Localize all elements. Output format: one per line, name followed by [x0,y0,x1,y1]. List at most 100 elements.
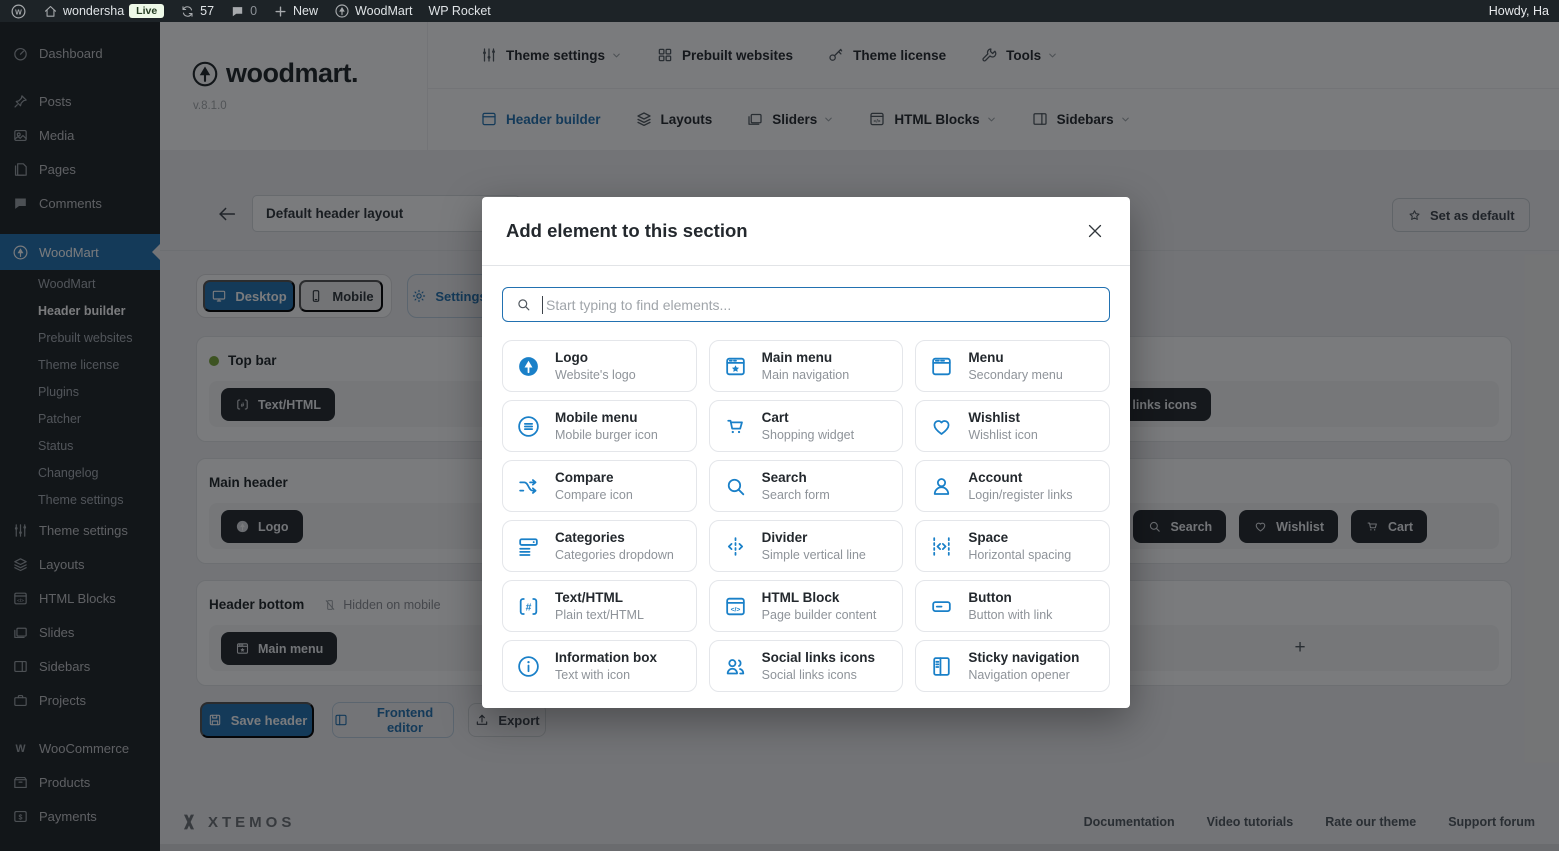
element-card-icon: </> [723,594,748,619]
element-card-icon [723,474,748,499]
element-card[interactable]: Mobile menu Mobile burger icon [502,400,697,452]
element-card-icon [929,594,954,619]
wordpress-logo-icon[interactable]: W [10,3,27,20]
element-card-text: Logo Website's logo [555,349,636,383]
element-card-text: HTML Block Page builder content [762,589,877,623]
close-icon[interactable] [1084,220,1106,242]
element-card-title: Wishlist [968,409,1037,427]
element-card-text: Button Button with link [968,589,1052,623]
element-card-title: Search [762,469,830,487]
element-card-text: Information box Text with icon [555,649,657,683]
element-card-text: Account Login/register links [968,469,1072,503]
element-card[interactable]: Menu Secondary menu [915,340,1110,392]
element-card-icon: # [516,594,541,619]
element-card-subtitle: Plain text/HTML [555,607,644,623]
element-card-text: Compare Compare icon [555,469,633,503]
element-card-text: Sticky navigation Navigation opener [968,649,1079,683]
new-label: New [293,4,318,18]
element-card[interactable]: Social links icons Social links icons [709,640,904,692]
element-card-text: Social links icons Social links icons [762,649,875,683]
element-card[interactable]: Compare Compare icon [502,460,697,512]
element-card-subtitle: Text with icon [555,667,657,683]
updates-icon [180,4,195,19]
element-card-title: Menu [968,349,1063,367]
element-card-text: Mobile menu Mobile burger icon [555,409,658,443]
element-card[interactable]: Main menu Main navigation [709,340,904,392]
element-card[interactable]: Categories Categories dropdown [502,520,697,572]
element-card-text: Text/HTML Plain text/HTML [555,589,644,623]
element-card-text: Main menu Main navigation [762,349,850,383]
element-card[interactable]: Cart Shopping widget [709,400,904,452]
element-card-subtitle: Secondary menu [968,367,1063,383]
element-card-icon [929,414,954,439]
element-card-text: Search Search form [762,469,830,503]
element-card[interactable]: Divider Simple vertical line [709,520,904,572]
element-card-text: Menu Secondary menu [968,349,1063,383]
element-card-title: Cart [762,409,854,427]
modal-title: Add element to this section [506,220,748,242]
woodmart-icon [334,3,350,19]
element-card[interactable]: Sticky navigation Navigation opener [915,640,1110,692]
admin-bar-woodmart[interactable]: WoodMart [334,3,412,19]
page: W wondersha Live 57 0 New WoodMart WP Ro… [0,0,1559,851]
element-card[interactable]: Wishlist Wishlist icon [915,400,1110,452]
element-card-subtitle: Website's logo [555,367,636,383]
element-card-title: Information box [555,649,657,667]
element-card-subtitle: Page builder content [762,607,877,623]
element-card-subtitle: Social links icons [762,667,875,683]
element-card-subtitle: Button with link [968,607,1052,623]
element-search-input[interactable] [543,288,1109,321]
element-card-text: Categories Categories dropdown [555,529,674,563]
element-card-icon [723,654,748,679]
element-card-icon [516,414,541,439]
element-card-icon [723,354,748,379]
element-card-icon [929,474,954,499]
site-name: wondersha [63,4,124,18]
element-card-icon [929,534,954,559]
svg-text:W: W [15,8,22,16]
comments-bubble-icon [230,4,245,19]
admin-bar-wp-rocket[interactable]: WP Rocket [428,4,490,18]
element-card-icon [929,654,954,679]
element-card-title: HTML Block [762,589,877,607]
search-icon [515,296,532,313]
element-card[interactable]: Search Search form [709,460,904,512]
element-card-subtitle: Login/register links [968,487,1072,503]
element-card-title: Categories [555,529,674,547]
element-card-icon [516,354,541,379]
element-card[interactable]: Account Login/register links [915,460,1110,512]
element-card[interactable]: </> HTML Block Page builder content [709,580,904,632]
element-card-title: Account [968,469,1072,487]
element-card[interactable]: Space Horizontal spacing [915,520,1110,572]
home-icon [43,4,58,19]
element-card-text: Space Horizontal spacing [968,529,1071,563]
element-card-subtitle: Navigation opener [968,667,1079,683]
element-card[interactable]: # Text/HTML Plain text/HTML [502,580,697,632]
element-card-text: Wishlist Wishlist icon [968,409,1037,443]
element-card[interactable]: Button Button with link [915,580,1110,632]
add-element-modal: Add element to this section Logo Website… [482,197,1130,708]
element-card-subtitle: Wishlist icon [968,427,1037,443]
element-card-title: Mobile menu [555,409,658,427]
element-card-title: Compare [555,469,633,487]
wp-rocket-label: WP Rocket [428,4,490,18]
element-card-title: Button [968,589,1052,607]
element-card-subtitle: Search form [762,487,830,503]
admin-bar-site[interactable]: wondersha Live [43,4,164,19]
element-card-icon [929,354,954,379]
element-card-title: Text/HTML [555,589,644,607]
element-card[interactable]: Logo Website's logo [502,340,697,392]
admin-bar-new[interactable]: New [273,4,318,19]
element-card-title: Logo [555,349,636,367]
svg-text:#: # [526,602,532,613]
element-card[interactable]: Information box Text with icon [502,640,697,692]
howdy-label[interactable]: Howdy, Ha [1489,4,1549,18]
element-card-text: Divider Simple vertical line [762,529,866,563]
element-card-icon [723,414,748,439]
admin-bar-comments[interactable]: 0 [230,4,257,19]
admin-bar-updates[interactable]: 57 [180,4,214,19]
element-card-title: Social links icons [762,649,875,667]
element-card-icon [723,534,748,559]
modal-body: Logo Website's logo Main menu Main navig… [482,266,1130,692]
element-card-icon [516,534,541,559]
